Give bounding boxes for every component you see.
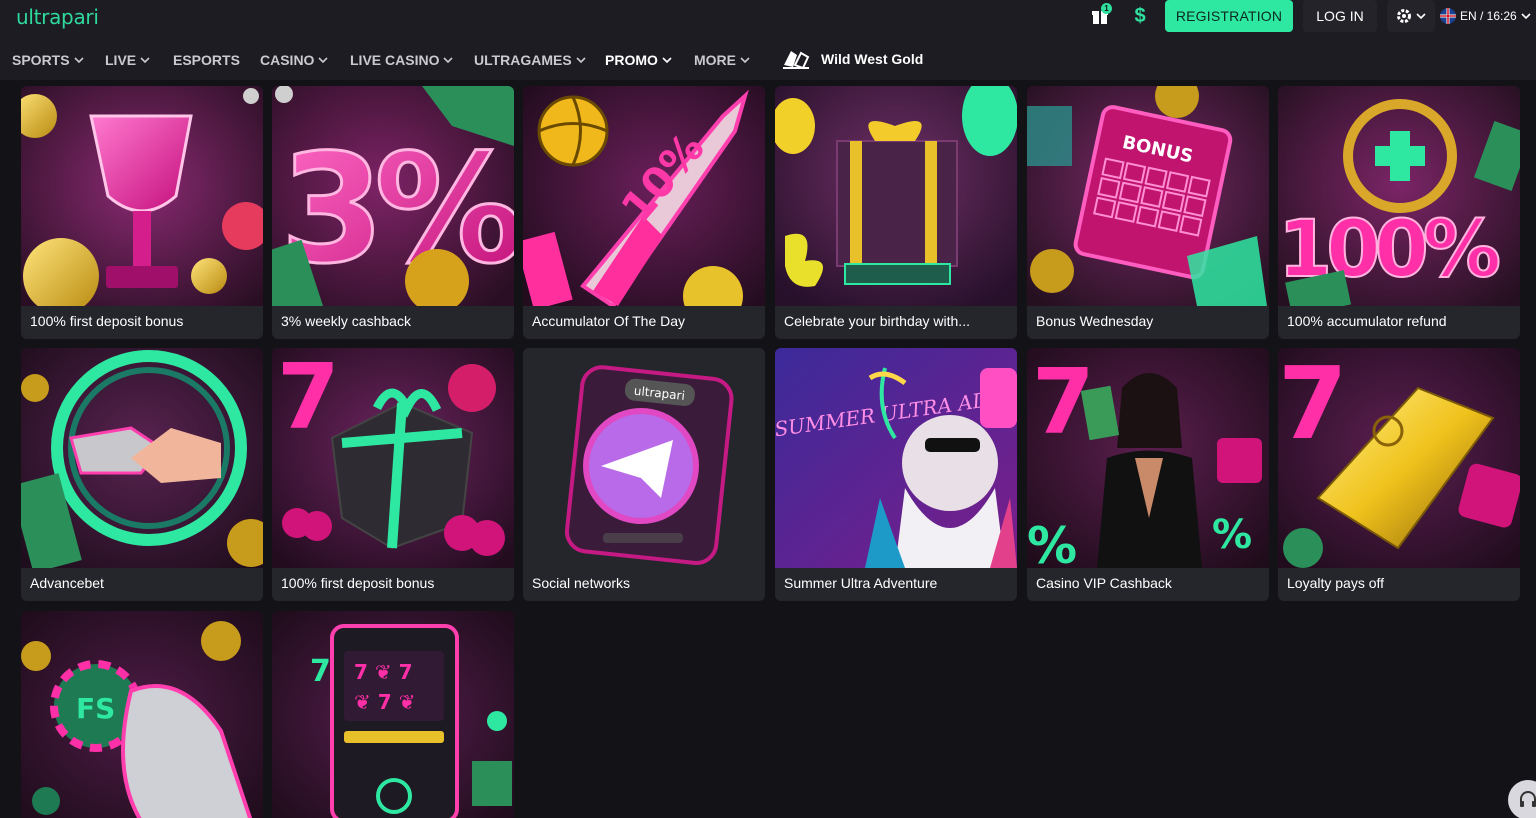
telegram-icon: ultrapari [523, 348, 765, 568]
promo-card[interactable]: Celebrate your birthday with... [775, 86, 1017, 339]
nav-label: SPORTS [12, 52, 70, 68]
promo-title: Summer Ultra Adventure [784, 575, 938, 591]
percent-icon: 3% [272, 86, 514, 306]
promo-card[interactable]: 7 % % Casino VIP Cashback [1027, 348, 1269, 601]
chevron-down-icon [662, 57, 672, 64]
registration-button[interactable]: REGISTRATION [1165, 0, 1293, 32]
featured-game-label: Wild West Gold [821, 51, 924, 67]
calendar-icon: BONUS [1027, 86, 1269, 306]
handshake-icon [21, 348, 263, 568]
headset-icon [1520, 791, 1536, 807]
promo-card[interactable]: 100% 100% accumulator refund [1278, 86, 1520, 339]
cowboy-game-icon [783, 51, 810, 70]
main-nav: SPORTS LIVE ESPORTS CASINO LIVE CASINO U… [0, 40, 1536, 80]
svg-text:7: 7 [277, 348, 340, 450]
support-chat-button[interactable] [1508, 780, 1536, 818]
nav-label: ESPORTS [173, 52, 240, 68]
slot-machine-icon: 7 ❦ 7 ❦ 7 ❦ 7 [272, 611, 514, 818]
art-text: 3% [280, 123, 514, 297]
promo-card[interactable]: 3% 3% weekly cashback [272, 86, 514, 339]
chevron-down-icon [318, 57, 329, 64]
promo-card[interactable]: FS [21, 611, 263, 818]
svg-text:7 ❦ 7: 7 ❦ 7 [354, 660, 413, 684]
nav-casino[interactable]: CASINO [260, 52, 329, 68]
rocket-icon: 10% [523, 86, 765, 306]
nav-label: LIVE CASINO [350, 52, 440, 68]
nav-more[interactable]: MORE [694, 52, 750, 68]
svg-text:7: 7 [1278, 348, 1348, 462]
promo-card[interactable]: 7 Loyalty pays off [1278, 348, 1520, 601]
promo-title: Bonus Wednesday [1036, 313, 1154, 329]
promo-card[interactable]: ultrapari Social networks [523, 348, 765, 601]
nav-sports[interactable]: SPORTS [12, 52, 84, 68]
svg-text:7: 7 [310, 654, 331, 689]
promo-title: 100% first deposit bonus [30, 313, 184, 329]
svg-text:%: % [1027, 517, 1077, 568]
chevron-down-icon [740, 57, 750, 64]
promo-card[interactable]: 7 100% first deposit bonus [272, 348, 514, 601]
svg-text:%: % [1212, 512, 1252, 558]
nav-live-casino[interactable]: LIVE CASINO [350, 52, 454, 68]
nav-label: ULTRAGAMES [474, 52, 572, 68]
trophy-icon [21, 86, 263, 306]
promo-title: 100% first deposit bonus [281, 575, 435, 591]
chevron-down-icon [1521, 13, 1531, 20]
gift-badge: 1 [1101, 3, 1112, 14]
nav-live[interactable]: LIVE [105, 52, 150, 68]
featured-game-link[interactable]: Wild West Gold [781, 47, 923, 71]
promo-title: 100% accumulator refund [1287, 313, 1447, 329]
promo-title: Advancebet [30, 575, 104, 591]
top-bar: ultrapari 1 $ REGISTRATION LOG IN EN / 1… [0, 0, 1536, 40]
promo-title: Casino VIP Cashback [1036, 575, 1172, 591]
logo[interactable]: ultrapari [16, 5, 99, 29]
promo-title: Loyalty pays off [1287, 575, 1385, 591]
dollar-icon: $ [1134, 4, 1146, 27]
deposit-button[interactable]: $ [1124, 0, 1156, 32]
promo-card[interactable]: 7 ❦ 7 ❦ 7 ❦ 7 [272, 611, 514, 818]
nav-label: CASINO [260, 52, 315, 68]
promo-title: Social networks [532, 575, 631, 591]
art-text: FS [76, 692, 115, 725]
nav-ultragames[interactable]: ULTRAGAMES [474, 52, 586, 68]
nav-promo[interactable]: PROMO [605, 52, 672, 68]
settings-button[interactable] [1387, 0, 1435, 32]
chevron-down-icon [74, 57, 84, 64]
chevron-down-icon [443, 57, 454, 64]
nav-esports[interactable]: ESPORTS [173, 52, 240, 68]
promo-card[interactable]: 100% first deposit bonus [21, 86, 263, 339]
nav-label: LIVE [105, 52, 137, 68]
nav-label: MORE [694, 52, 736, 68]
refund-icon: 100% [1278, 86, 1520, 306]
gear-icon [1397, 9, 1411, 23]
login-button[interactable]: LOG IN [1303, 0, 1377, 32]
promo-card[interactable]: SUMMER ULTRA ADVENTURE Summer Ultra Adve… [775, 348, 1017, 601]
gift-icon [775, 86, 1017, 306]
free-spins-icon: FS [21, 611, 263, 818]
promo-title: Accumulator Of The Day [532, 313, 686, 329]
chevron-down-icon [576, 57, 586, 64]
chevron-down-icon [140, 57, 150, 64]
nav-label: PROMO [605, 52, 658, 68]
language-time: EN / 16:26 [1460, 9, 1517, 23]
uk-flag-icon [1440, 8, 1456, 24]
promo-card[interactable]: Advancebet [21, 348, 263, 601]
promo-title: Celebrate your birthday with... [784, 313, 970, 329]
promo-title: 3% weekly cashback [281, 313, 411, 329]
cashback-icon: 7 % % [1027, 348, 1269, 568]
gold-bar-icon: 7 [1278, 348, 1520, 568]
palm-icon: SUMMER ULTRA ADVENTURE [775, 348, 1017, 568]
gift-box-icon: 7 [272, 348, 514, 568]
promo-card[interactable]: 10% Accumulator Of The Day [523, 86, 765, 339]
chevron-down-icon [1416, 13, 1426, 20]
language-selector[interactable]: EN / 16:26 [1440, 0, 1531, 32]
promo-card[interactable]: BONUS Bonus Wednesday [1027, 86, 1269, 339]
svg-text:❦ 7 ❦: ❦ 7 ❦ [354, 690, 415, 714]
